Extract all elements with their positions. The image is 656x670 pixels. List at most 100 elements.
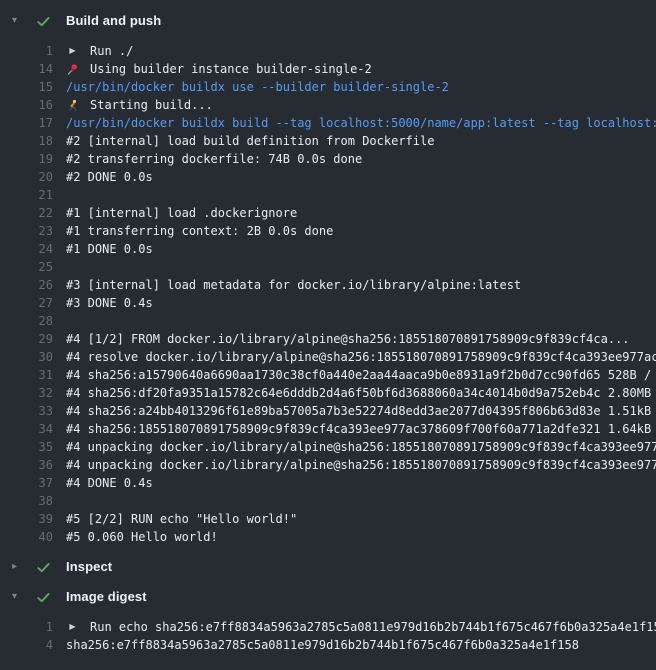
log-line: 31 #4 sha256:a15790640a6690aa1730c38cf0a… [0,366,656,384]
line-number-link[interactable]: 29 [12,330,53,348]
log-line-content [66,312,656,330]
line-number-link[interactable]: 25 [12,258,53,276]
line-number-link[interactable]: 18 [12,132,53,150]
play-icon[interactable]: ▶ [66,42,79,60]
log-line-content: sha256:e7ff8834a5963a2785c5a0811e979d16b… [66,636,656,654]
log-text: #4 DONE 0.4s [66,474,153,492]
line-number-link[interactable]: 27 [12,294,53,312]
log-text: #4 [1/2] FROM docker.io/library/alpine@s… [66,330,630,348]
log-text: #4 sha256:a24bb4013296f61e89ba57005a7b3e… [66,402,656,420]
log-line: 24 #1 DONE 0.0s [0,240,656,258]
log-line: 1 ▶ Run echo sha256:e7ff8834a5963a2785c5a… [0,618,656,636]
step-log-lines: 1 ▶ Run echo sha256:e7ff8834a5963a2785c5a… [0,618,656,654]
check-icon [36,560,52,575]
log-line: 39 #5 [2/2] RUN echo "Hello world!" [0,510,656,528]
line-number-link[interactable]: 36 [12,456,53,474]
log-line-content: /usr/bin/docker buildx build --tag local… [66,114,656,132]
play-icon[interactable]: ▶ [66,618,79,636]
step-section: ▸ Inspect [0,558,656,576]
line-number-link[interactable]: 24 [12,240,53,258]
log-line: 22 #1 [internal] load .dockerignore [0,204,656,222]
line-number-link[interactable]: 37 [12,474,53,492]
log-text: #1 DONE 0.0s [66,240,153,258]
log-line: 30 #4 resolve docker.io/library/alpine@s… [0,348,656,366]
log-line-content: #4 unpacking docker.io/library/alpine@sh… [66,456,656,474]
log-line-content: #5 0.060 Hello world! [66,528,656,546]
line-number-link[interactable]: 31 [12,366,53,384]
chevron-right-icon[interactable]: ▸ [12,558,24,576]
log-line: 27 #3 DONE 0.4s [0,294,656,312]
log-line: 37 #4 DONE 0.4s [0,474,656,492]
log-line-content: #5 [2/2] RUN echo "Hello world!" [66,510,656,528]
log-line-content: #2 transferring dockerfile: 74B 0.0s don… [66,150,656,168]
log-line: 25 [0,258,656,276]
log-text: #4 sha256:df20fa9351a15782c64e6dddb2d4a6… [66,384,656,402]
log-text: #4 unpacking docker.io/library/alpine@sh… [66,456,656,474]
line-number-link[interactable]: 15 [12,78,53,96]
log-line-content: #4 sha256:a15790640a6690aa1730c38cf0a440… [66,366,656,384]
line-number-link[interactable]: 35 [12,438,53,456]
log-text: Run echo sha256:e7ff8834a5963a2785c5a081… [90,618,656,636]
step-header-build-and-push[interactable]: ▾ Build and push [0,12,656,30]
log-line-content [66,492,656,510]
chevron-down-icon[interactable]: ▾ [12,12,24,30]
line-number-link[interactable]: 39 [12,510,53,528]
chevron-down-icon[interactable]: ▾ [12,588,24,606]
log-line: 32 #4 sha256:df20fa9351a15782c64e6dddb2d… [0,384,656,402]
runner-icon [66,99,79,112]
log-line: 14 Using builder instance builder-single… [0,60,656,78]
step-section: ▾ Build and push 1 ▶Run ./ 14 Using buil… [0,12,656,546]
line-number-link[interactable]: 16 [12,96,53,114]
line-number-link[interactable]: 21 [12,186,53,204]
check-icon [36,590,52,605]
log-line-content: #4 DONE 0.4s [66,474,656,492]
log-line: 36 #4 unpacking docker.io/library/alpine… [0,456,656,474]
log-line-content: #1 DONE 0.0s [66,240,656,258]
log-line: 15 /usr/bin/docker buildx use --builder … [0,78,656,96]
log-line-content: ▶Run ./ [66,42,656,60]
log-line: 33 #4 sha256:a24bb4013296f61e89ba57005a7… [0,402,656,420]
line-number-link[interactable]: 28 [12,312,53,330]
log-line: 21 [0,186,656,204]
log-text: #5 0.060 Hello world! [66,528,218,546]
line-number-link[interactable]: 26 [12,276,53,294]
log-line-content: #4 [1/2] FROM docker.io/library/alpine@s… [66,330,656,348]
line-number-link[interactable]: 23 [12,222,53,240]
log-text: Starting build... [90,96,213,114]
log-text: /usr/bin/docker buildx build --tag local… [66,114,656,132]
log-text: #1 transferring context: 2B 0.0s done [66,222,333,240]
line-number-link[interactable]: 20 [12,168,53,186]
log-line: 38 [0,492,656,510]
log-line: 40 #5 0.060 Hello world! [0,528,656,546]
line-number-link[interactable]: 19 [12,150,53,168]
line-number-link[interactable]: 38 [12,492,53,510]
log-text: #3 DONE 0.4s [66,294,153,312]
line-number-link[interactable]: 17 [12,114,53,132]
line-number-link[interactable]: 22 [12,204,53,222]
log-line-content: /usr/bin/docker buildx use --builder bui… [66,78,656,96]
step-header-image-digest[interactable]: ▾ Image digest [0,588,656,606]
log-line: 1 ▶Run ./ [0,42,656,60]
log-line-content: ▶ Run echo sha256:e7ff8834a5963a2785c5a08… [66,618,656,636]
log-line: 16 Starting build... [0,96,656,114]
log-line-content [66,186,656,204]
log-text: #3 [internal] load metadata for docker.i… [66,276,521,294]
line-number-link[interactable]: 14 [12,60,53,78]
step-title: Inspect [66,558,112,576]
pushpin-icon [66,63,79,76]
log-line-content: #4 sha256:df20fa9351a15782c64e6dddb2d4a6… [66,384,656,402]
line-number-link[interactable]: 30 [12,348,53,366]
line-number-link[interactable]: 34 [12,420,53,438]
step-section: ▾ Image digest 1 ▶ Run echo sha256:e7ff88… [0,588,656,654]
line-number-link[interactable]: 33 [12,402,53,420]
line-number-link[interactable]: 1 [12,618,53,636]
log-line-content: Using builder instance builder-single-2 [66,60,656,78]
check-icon [36,14,52,29]
line-number-link[interactable]: 40 [12,528,53,546]
line-number-link[interactable]: 32 [12,384,53,402]
log-text: #1 [internal] load .dockerignore [66,204,297,222]
line-number-link[interactable]: 1 [12,42,53,60]
step-header-inspect[interactable]: ▸ Inspect [0,558,656,576]
log-text: #4 sha256:185518070891758909c9f839cf4ca3… [66,420,656,438]
line-number-link[interactable]: 4 [12,636,53,654]
